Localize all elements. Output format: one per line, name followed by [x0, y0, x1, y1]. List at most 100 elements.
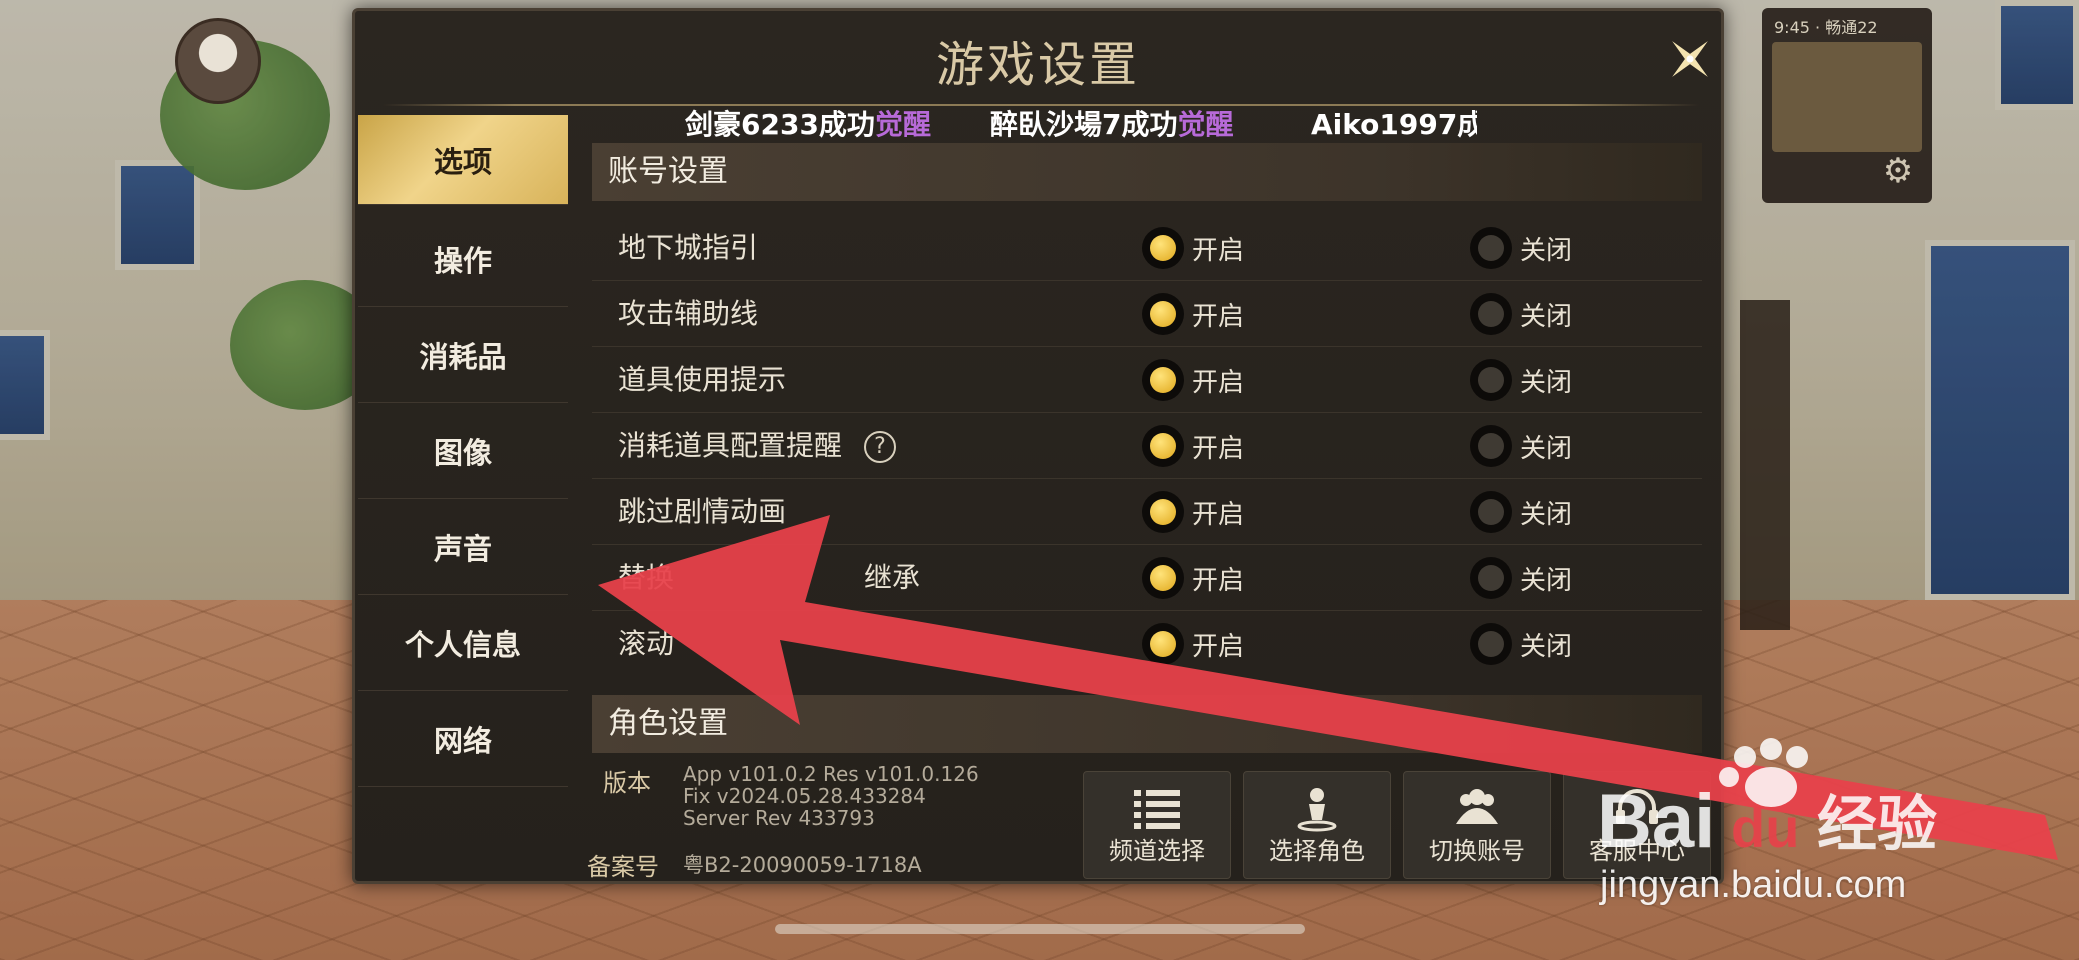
radio-on[interactable]: 开启: [1142, 413, 1244, 479]
radio-on[interactable]: 开启: [1142, 281, 1244, 347]
radio-off-label: 关闭: [1520, 433, 1573, 464]
button-label: 切换账号: [1429, 837, 1525, 865]
radio-off[interactable]: 关闭: [1470, 281, 1572, 347]
setting-row: 跳过剧情动画 开启 关闭: [592, 479, 1702, 545]
close-star-icon: [1672, 41, 1708, 77]
select-character-button[interactable]: 选择角色: [1243, 771, 1391, 879]
radio-on-label: 开启: [1192, 631, 1245, 662]
icp-label: 备案号: [587, 853, 659, 881]
setting-label: 消耗道具配置提醒?: [618, 413, 897, 479]
dialog-title: 游戏设置: [935, 37, 1140, 93]
radio-off[interactable]: 关闭: [1470, 611, 1572, 677]
setting-label: 攻击辅助线: [618, 297, 759, 330]
setting-row: 道具使用提示 开启 关闭: [592, 347, 1702, 413]
watermark-url: jingyan.baidu.com: [1600, 864, 1907, 906]
character-pin-icon: [1297, 788, 1337, 832]
radio-off[interactable]: 关闭: [1470, 215, 1572, 281]
radio-on[interactable]: 开启: [1142, 347, 1244, 413]
radio-on-label: 开启: [1192, 235, 1245, 266]
button-label: 客服中心: [1589, 837, 1685, 865]
customer-service-button[interactable]: 客服中心: [1563, 771, 1711, 879]
radio-on[interactable]: 开启: [1142, 611, 1244, 677]
tab-controls[interactable]: 操作: [358, 211, 568, 307]
minimap[interactable]: [1772, 42, 1922, 152]
icp-number: 粤B2-20090059-1718A: [683, 853, 922, 877]
setting-label: 道具使用提示: [618, 363, 787, 396]
headset-icon: [1616, 789, 1658, 824]
radio-off-label: 关闭: [1520, 367, 1573, 398]
radio-off-label: 关闭: [1520, 499, 1573, 530]
setting-label: 地下城指引: [618, 231, 759, 264]
list-icon: [1134, 790, 1180, 829]
setting-label: 滚动: [618, 627, 675, 660]
ticker-item: 剑豪6233成功觉醒: [685, 108, 931, 141]
account-section-header: 账号设置: [592, 143, 1702, 201]
radio-button[interactable]: [1470, 557, 1512, 599]
news-ticker: 剑豪6233成功觉醒 醉臥沙場7成功觉醒 Aiko1997成↑: [685, 103, 1477, 143]
radio-button[interactable]: [1142, 359, 1184, 401]
character-section-header: 角色设置: [592, 695, 1702, 753]
radio-button[interactable]: [1470, 623, 1512, 665]
radio-off[interactable]: 关闭: [1470, 413, 1572, 479]
setting-row: 滚动 开启 关闭: [592, 611, 1702, 677]
tab-personal-info[interactable]: 个人信息: [358, 595, 568, 691]
tab-graphics[interactable]: 图像: [358, 403, 568, 499]
help-icon[interactable]: ?: [864, 431, 897, 463]
switch-account-button[interactable]: 切换账号: [1403, 771, 1551, 879]
radio-off-label: 关闭: [1520, 235, 1573, 266]
radio-on-label: 开启: [1192, 565, 1245, 596]
hud-status-text: 9:45 · 畅通22: [1774, 18, 1878, 37]
tab-network[interactable]: 网络: [358, 691, 568, 787]
radio-button[interactable]: [1470, 491, 1512, 533]
button-label: 频道选择: [1109, 837, 1205, 865]
radio-on[interactable]: 开启: [1142, 545, 1244, 611]
radio-button[interactable]: [1470, 425, 1512, 467]
radio-button[interactable]: [1142, 293, 1184, 335]
ticker-item: Aiko1997成↑: [1311, 108, 1477, 141]
radio-button[interactable]: [1470, 293, 1512, 335]
tab-sound[interactable]: 声音: [358, 499, 568, 595]
setting-label: 跳过剧情动画: [618, 495, 787, 528]
radio-off-label: 关闭: [1520, 565, 1573, 596]
player-avatar[interactable]: [175, 18, 261, 104]
tab-options[interactable]: 选项: [358, 115, 568, 205]
radio-on-label: 开启: [1192, 367, 1245, 398]
radio-off[interactable]: 关闭: [1470, 545, 1572, 611]
radio-off[interactable]: 关闭: [1470, 347, 1572, 413]
version-label: 版本: [603, 769, 651, 797]
setting-label: 替换 继承: [618, 561, 921, 594]
radio-on-label: 开启: [1192, 301, 1245, 332]
radio-on[interactable]: 开启: [1142, 479, 1244, 545]
home-indicator[interactable]: [775, 924, 1305, 934]
radio-button[interactable]: [1142, 425, 1184, 467]
setting-row: 攻击辅助线 开启 关闭: [592, 281, 1702, 347]
setting-row: 地下城指引 开启 关闭: [592, 215, 1702, 281]
radio-off-label: 关闭: [1520, 301, 1573, 332]
radio-button[interactable]: [1142, 557, 1184, 599]
group-icon: [1456, 789, 1498, 824]
setting-row: 消耗道具配置提醒? 开启 关闭: [592, 413, 1702, 479]
radio-off[interactable]: 关闭: [1470, 479, 1572, 545]
button-label: 选择角色: [1269, 837, 1365, 865]
gear-icon[interactable]: ⚙: [1878, 151, 1918, 191]
version-info: App v101.0.2 Res v101.0.126 Fix v2024.05…: [683, 762, 979, 830]
channel-select-button[interactable]: 频道选择: [1083, 771, 1231, 879]
radio-button[interactable]: [1142, 623, 1184, 665]
radio-on[interactable]: 开启: [1142, 215, 1244, 281]
tab-consumables[interactable]: 消耗品: [358, 307, 568, 403]
radio-button[interactable]: [1470, 227, 1512, 269]
radio-off-label: 关闭: [1520, 631, 1573, 662]
game-settings-dialog: 游戏设置 剑豪6233成功觉醒 醉臥沙場7成功觉醒 Aiko1997成↑ 选项 …: [352, 8, 1724, 884]
radio-on-label: 开启: [1192, 499, 1245, 530]
settings-content: 账号设置 地下城指引 开启 关闭 攻击辅助线 开启 关闭 道具使用提示 开启 关…: [592, 143, 1707, 763]
hud-side-panel[interactable]: [1740, 300, 1790, 630]
close-button[interactable]: [1660, 29, 1720, 89]
ticker-item: 醉臥沙場7成功觉醒: [990, 108, 1234, 141]
radio-button[interactable]: [1142, 491, 1184, 533]
settings-sidebar: 选项 操作 消耗品 图像 声音 个人信息 网络: [358, 115, 568, 787]
minimap-panel[interactable]: 9:45 · 畅通22 ⚙: [1762, 8, 1932, 203]
setting-row: 替换 继承 开启 关闭: [592, 545, 1702, 611]
radio-button[interactable]: [1470, 359, 1512, 401]
radio-button[interactable]: [1142, 227, 1184, 269]
radio-on-label: 开启: [1192, 433, 1245, 464]
